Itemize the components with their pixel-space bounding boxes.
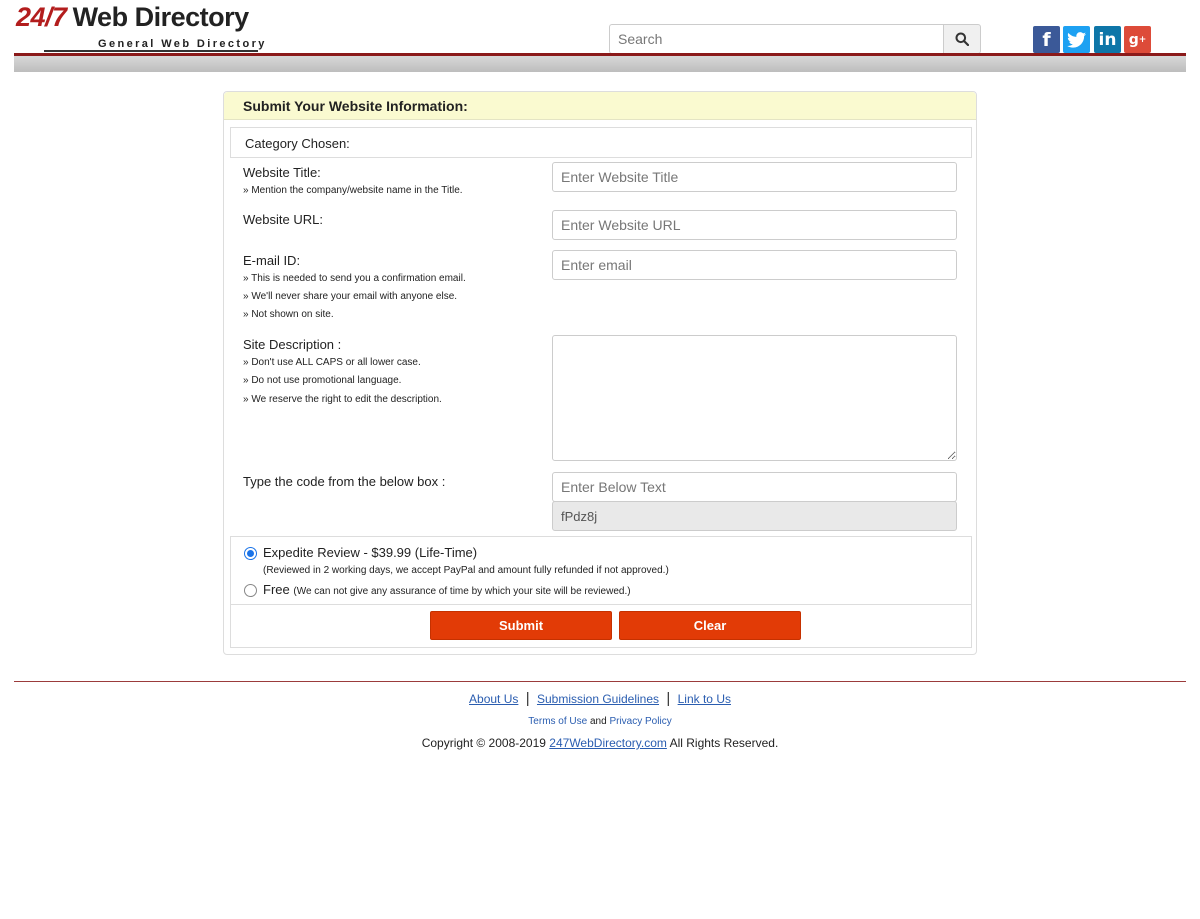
footer-separator: | <box>666 690 671 707</box>
search-icon <box>955 32 969 46</box>
facebook-icon[interactable]: f <box>1033 26 1060 53</box>
link-to-us-link[interactable]: Link to Us <box>678 692 731 706</box>
logo-title: 24/7 Web Directory <box>16 2 249 33</box>
submit-form-panel: Submit Your Website Information: Categor… <box>223 91 977 655</box>
website-title-hint: » Mention the company/website name in th… <box>243 185 463 196</box>
free-label: Free <box>263 582 290 597</box>
website-title-field[interactable] <box>552 162 957 192</box>
twitter-icon[interactable] <box>1063 26 1090 53</box>
description-hint: » Don't use ALL CAPS or all lower case. <box>243 357 421 368</box>
captcha-field[interactable] <box>552 472 957 502</box>
email-hint: » We'll never share your email with anyo… <box>243 291 458 302</box>
website-title-label: Website Title: <box>243 165 321 180</box>
description-label: Site Description : <box>243 337 342 352</box>
footer-and: and <box>589 716 607 727</box>
website-url-field[interactable] <box>552 210 957 240</box>
logo-text: Web Directory <box>72 2 250 32</box>
description-hint: » We reserve the right to edit the descr… <box>243 394 442 405</box>
logo-divider <box>44 50 258 52</box>
copyright-suffix: All Rights Reserved. <box>669 736 779 750</box>
category-row: Category Chosen: <box>230 127 972 158</box>
free-option: Free (We can not give any assurance of t… <box>263 582 631 597</box>
privacy-link[interactable]: Privacy Policy <box>609 716 671 727</box>
footer-separator: | <box>525 690 530 707</box>
logo-subtitle: General Web Directory <box>98 38 267 50</box>
review-options: Expedite Review - $39.99 (Life-Time) (Re… <box>230 536 972 605</box>
email-field[interactable] <box>552 250 957 280</box>
form-actions: Submit Clear <box>230 605 972 648</box>
description-hint: » Do not use promotional language. <box>243 375 402 386</box>
footer-divider <box>14 681 1186 682</box>
captcha-label: Type the code from the below box : <box>243 474 446 489</box>
footer-copyright: Copyright © 2008-2019 247WebDirectory.co… <box>0 736 1200 750</box>
email-label: E-mail ID: <box>243 253 301 268</box>
search-button[interactable] <box>943 24 981 54</box>
category-label: Category Chosen: <box>245 136 350 151</box>
free-note: (We can not give any assurance of time b… <box>293 586 631 597</box>
search-input[interactable] <box>609 24 944 54</box>
captcha-code: fPdz8j <box>552 501 957 531</box>
about-link[interactable]: About Us <box>469 692 518 706</box>
google-plus-icon[interactable]: g + <box>1124 26 1151 53</box>
site-link[interactable]: 247WebDirectory.com <box>549 736 667 750</box>
linkedin-icon[interactable]: in <box>1094 26 1121 53</box>
page-title: Submit Your Website Information: <box>243 98 468 114</box>
search-bar <box>609 24 982 54</box>
clear-button[interactable]: Clear <box>619 611 801 640</box>
email-hint: » This is needed to send you a confirmat… <box>243 273 466 284</box>
twitter-bird-icon <box>1067 31 1086 48</box>
expedite-label: Expedite Review - $39.99 (Life-Time) <box>263 545 478 560</box>
guidelines-link[interactable]: Submission Guidelines <box>537 692 659 706</box>
site-logo[interactable]: 24/7 Web Directory General Web Directory <box>16 2 266 52</box>
email-hint: » Not shown on site. <box>243 309 334 320</box>
expedite-radio[interactable] <box>244 547 257 560</box>
nav-bar <box>14 56 1186 72</box>
copyright-prefix: Copyright © 2008-2019 <box>421 736 546 750</box>
panel-header: Submit Your Website Information: <box>224 92 976 120</box>
description-textarea[interactable] <box>552 335 957 461</box>
footer-legal: Terms of Use and Privacy Policy <box>0 716 1200 727</box>
website-url-label: Website URL: <box>243 212 323 227</box>
logo-number: 24/7 <box>16 2 67 32</box>
footer-nav: About Us | Submission Guidelines | Link … <box>0 690 1200 707</box>
terms-link[interactable]: Terms of Use <box>528 716 587 727</box>
expedite-note: (Reviewed in 2 working days, we accept P… <box>263 565 669 576</box>
free-radio[interactable] <box>244 584 257 597</box>
submit-button[interactable]: Submit <box>430 611 612 640</box>
